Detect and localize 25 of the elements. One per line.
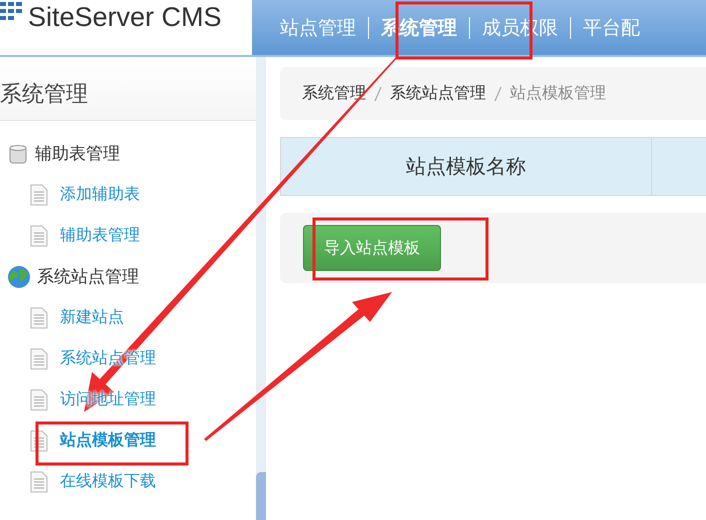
sidebar-link[interactable]: 辅助表管理 <box>60 225 140 246</box>
breadcrumb-link[interactable]: 系统站点管理 <box>390 83 486 104</box>
globe-icon <box>7 264 31 288</box>
scrollbar[interactable] <box>256 57 266 520</box>
sidebar-link[interactable]: 在线模板下载 <box>60 471 156 492</box>
sidebar-link[interactable]: 新建站点 <box>60 307 124 328</box>
sidebar-group[interactable]: 辅助表管理 <box>35 142 120 165</box>
database-icon <box>7 142 29 164</box>
breadcrumb-link[interactable]: 站点模板管理 <box>510 83 606 104</box>
slash-icon <box>374 86 382 102</box>
slash-icon <box>494 86 502 102</box>
document-icon <box>30 224 48 246</box>
logo-text: SiteServer CMS <box>28 2 222 32</box>
sidebar-link[interactable]: 站点模板管理 <box>60 430 156 451</box>
sidebar-link[interactable]: 添加辅助表 <box>60 184 140 205</box>
import-template-button[interactable]: 导入站点模板 <box>303 225 441 271</box>
document-icon <box>30 306 48 328</box>
document-icon <box>30 470 48 492</box>
sidebar-group[interactable]: 系统站点管理 <box>37 265 139 288</box>
document-icon <box>30 348 48 370</box>
document-icon <box>30 388 48 410</box>
nav-tab[interactable]: 站点管理 <box>268 16 368 40</box>
nav-tab[interactable]: 平台配 <box>571 16 652 40</box>
document-icon <box>30 184 48 206</box>
logo-icon <box>0 2 22 22</box>
